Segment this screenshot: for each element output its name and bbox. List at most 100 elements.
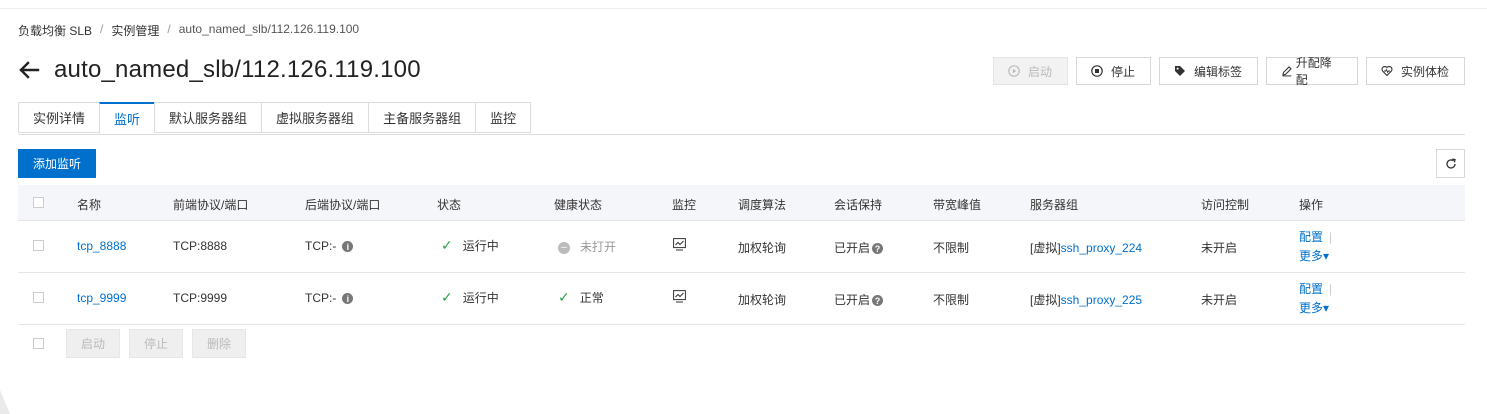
header-session: 会话保持: [834, 198, 883, 212]
session-persistence: 已开启?: [834, 239, 884, 256]
help-icon[interactable]: ?: [872, 295, 884, 307]
start-button[interactable]: 启动: [993, 57, 1068, 85]
edit-tags-label: 编辑标签: [1194, 64, 1243, 79]
info-icon[interactable]: i: [342, 241, 354, 253]
header-name: 名称: [77, 198, 102, 212]
more-dropdown[interactable]: 更多▾: [1299, 299, 1332, 318]
listener-name-link[interactable]: tcp_9999: [77, 291, 126, 305]
listener-table: 名称 前端协议/端口 后端协议/端口 状态 健康状态 监控 调度算法 会话保持 …: [18, 185, 1465, 325]
header-monitor: 监控: [672, 198, 697, 212]
algorithm: 加权轮询: [738, 241, 787, 255]
info-icon[interactable]: i: [342, 293, 354, 305]
session-text: 已开启: [834, 241, 871, 255]
footer-select-all-checkbox[interactable]: [33, 338, 44, 349]
table-row: tcp_8888 TCP:8888 TCP:- i ✓ 运行中 – 未打开 加权轮询 …: [18, 221, 1465, 273]
bulk-start-button[interactable]: 启动: [66, 329, 121, 358]
frontend-port: TCP:8888: [173, 239, 228, 253]
bandwidth: 不限制: [933, 241, 970, 255]
breadcrumb-separator: /: [167, 22, 171, 36]
access-control: 未开启: [1201, 293, 1238, 307]
backend-port-text: TCP:-: [305, 291, 337, 305]
bulk-delete-button[interactable]: 删除: [192, 329, 247, 358]
config-link[interactable]: 配置: [1299, 282, 1323, 296]
bulk-actions: 启动 停止 删除: [18, 329, 247, 358]
back-arrow-icon[interactable]: [18, 59, 40, 81]
operations: 配置 | 更多▾: [1299, 228, 1332, 266]
access-control: 未开启: [1201, 241, 1238, 255]
server-group-prefix: [虚拟]: [1030, 241, 1061, 255]
header-backend: 后端协议/端口: [305, 198, 381, 212]
status-text: 运行中: [462, 291, 499, 305]
corner-decoration: [0, 390, 10, 414]
row-checkbox[interactable]: [33, 240, 44, 251]
refresh-icon: [1445, 158, 1456, 169]
play-icon: [1008, 65, 1020, 77]
upgrade-label: 升配降配: [1295, 56, 1332, 87]
tag-icon: [1175, 66, 1185, 76]
upgrade-button[interactable]: 升配降配: [1266, 56, 1358, 87]
bandwidth: 不限制: [933, 293, 970, 307]
server-group-link[interactable]: ssh_proxy_225: [1061, 293, 1142, 307]
breadcrumb-current: auto_named_slb/112.126.119.100: [178, 22, 360, 36]
frontend-port: TCP:9999: [173, 291, 228, 305]
table-row: tcp_9999 TCP:9999 TCP:- i ✓ 运行中 ✓ 正常 加权轮询 已…: [18, 273, 1465, 325]
breadcrumb: 负载均衡 SLB / 实例管理 / auto_named_slb/112.126…: [18, 22, 359, 39]
bulk-stop-button[interactable]: 停止: [129, 329, 184, 358]
server-group: [虚拟]ssh_proxy_224: [1030, 239, 1142, 256]
header-algorithm: 调度算法: [738, 198, 787, 212]
backend-port: TCP:- i: [305, 239, 354, 253]
backend-port-text: TCP:-: [305, 239, 337, 253]
algorithm: 加权轮询: [738, 293, 787, 307]
health-status: ✓ 正常: [558, 289, 604, 306]
session-persistence: 已开启?: [834, 291, 884, 308]
breadcrumb-slb[interactable]: 负载均衡 SLB: [18, 22, 92, 39]
header-server-group: 服务器组: [1030, 198, 1079, 212]
monitor-chart-icon[interactable]: [673, 290, 686, 306]
breadcrumb-instances[interactable]: 实例管理: [111, 22, 159, 39]
operations: 配置 | 更多▾: [1299, 280, 1332, 318]
monitor-chart-icon[interactable]: [673, 238, 686, 254]
listener-name-link[interactable]: tcp_8888: [77, 239, 126, 253]
health-check-button[interactable]: 实例体检: [1366, 57, 1465, 85]
edit-tags-button[interactable]: 编辑标签: [1159, 57, 1258, 85]
start-label: 启动: [1028, 64, 1053, 79]
separator: |: [1329, 230, 1333, 244]
backend-port: TCP:- i: [305, 291, 354, 305]
check-icon: ✓: [441, 237, 453, 253]
server-group-link[interactable]: ssh_proxy_224: [1061, 241, 1142, 255]
health-check-label: 实例体检: [1401, 64, 1450, 79]
page-title: auto_named_slb/112.126.119.100: [54, 56, 421, 83]
top-divider: [0, 0, 1487, 9]
health-text: 正常: [579, 291, 604, 305]
breadcrumb-separator: /: [100, 22, 104, 36]
help-icon[interactable]: ?: [872, 243, 884, 255]
select-all-checkbox[interactable]: [33, 197, 44, 208]
add-listener-button[interactable]: 添加监听: [18, 149, 96, 178]
refresh-button[interactable]: [1436, 149, 1465, 178]
server-group-prefix: [虚拟]: [1030, 293, 1061, 307]
more-dropdown[interactable]: 更多▾: [1299, 247, 1332, 266]
header-operations: 操作: [1299, 198, 1324, 212]
tab-bar: 实例详情 监听 默认服务器组 虚拟服务器组 主备服务器组 监控: [18, 102, 1465, 135]
tab-monitoring[interactable]: 监控: [475, 102, 532, 133]
header-acl: 访问控制: [1201, 198, 1250, 212]
check-icon: ✓: [558, 289, 570, 305]
tab-default-server-group[interactable]: 默认服务器组: [154, 102, 262, 133]
stop-label: 停止: [1111, 64, 1136, 79]
stop-icon: [1091, 65, 1103, 77]
tab-listeners[interactable]: 监听: [99, 102, 155, 134]
tab-instance-details[interactable]: 实例详情: [18, 102, 100, 133]
stop-button[interactable]: 停止: [1076, 57, 1151, 85]
separator: |: [1329, 282, 1333, 296]
header-health: 健康状态: [554, 198, 603, 212]
status: ✓ 运行中: [441, 289, 499, 306]
health-text: 未打开: [580, 240, 617, 254]
config-link[interactable]: 配置: [1299, 230, 1323, 244]
server-group: [虚拟]ssh_proxy_225: [1030, 291, 1142, 308]
disabled-icon: –: [558, 241, 570, 254]
tab-virtual-server-group[interactable]: 虚拟服务器组: [261, 102, 369, 133]
row-checkbox[interactable]: [33, 292, 44, 303]
title-row: auto_named_slb/112.126.119.100: [18, 56, 421, 84]
tab-primary-backup-server-group[interactable]: 主备服务器组: [368, 102, 476, 133]
session-text: 已开启: [834, 293, 871, 307]
